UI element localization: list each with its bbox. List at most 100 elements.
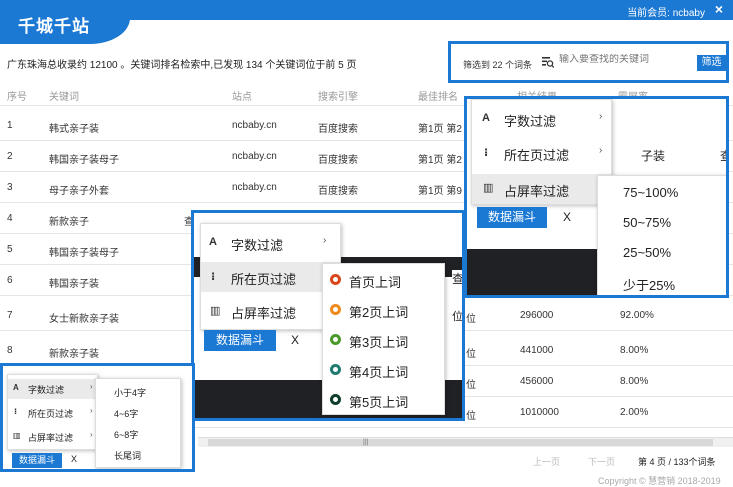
submenu-item[interactable]: 第4页上词 [349, 362, 408, 381]
summary-text: 广东珠海总收录约 12100 。关键词排名检索中,已发现 134 个关键词位于前… [7, 60, 357, 71]
funnel-close-button[interactable]: X [563, 210, 571, 224]
page-info: 第 4 页 / 133个词条 [638, 457, 716, 467]
cell-no: 4 [7, 213, 13, 224]
menu-item-screen-rate[interactable]: ▥ 占屏率过滤 › [8, 427, 97, 447]
caret-icon: › [599, 145, 603, 156]
prev-page-link[interactable]: 上一页 [533, 455, 560, 468]
submenu-item[interactable]: 小于4字 [114, 386, 146, 399]
cell-no: 7 [7, 310, 13, 321]
menu-item-page[interactable]: ⁝ 所在页过滤 › [472, 138, 611, 168]
cell-rank: 第1页 第2 [418, 155, 462, 166]
cell-engine: 百度搜索 [318, 124, 358, 135]
submenu-item[interactable]: 50~75% [623, 215, 671, 230]
cell-result: 456000 [520, 376, 554, 387]
submenu-screen-rate: 75~100% 50~75% 25~50% 少于25% [597, 175, 726, 295]
cell-no: 1 [7, 120, 13, 131]
dot-icon [330, 334, 341, 345]
grip-icon: ||| [363, 439, 369, 446]
col-header-engine: 搜索引擎 [318, 92, 358, 103]
behind-text: 子装 [641, 149, 666, 163]
funnel-close-button[interactable]: X [291, 333, 299, 347]
submenu-word-count: 小于4字 4~6字 6~8字 长尾词 [95, 378, 181, 468]
menu-item-page[interactable]: ⁝ 所在页过滤 › [201, 262, 340, 292]
cell-rate: 8.00% [620, 345, 649, 356]
cell-site: ncbaby.cn [232, 120, 277, 131]
page-icon: ⁝ [484, 147, 489, 159]
app-header: 千城千站 当前会员: ncbaby × [0, 0, 733, 44]
submenu-item[interactable]: 75~100% [623, 185, 678, 200]
cell-result: 296000 [520, 310, 554, 321]
menu-item-word-count[interactable]: A 字数过滤 › [8, 379, 97, 399]
funnel-close-button[interactable]: X [71, 454, 77, 464]
cell-rank-fragment: 位 [466, 380, 476, 391]
data-funnel-button[interactable]: 数据漏斗 [477, 207, 547, 228]
submenu-item[interactable]: 第3页上词 [349, 332, 408, 351]
cell-engine: 百度搜索 [318, 186, 358, 197]
caret-icon: › [323, 235, 327, 246]
page-icon: ⁝ [211, 271, 216, 283]
cell-result: 1010000 [520, 407, 559, 418]
cell-no: 8 [7, 345, 13, 356]
cell-rank-fragment: 位 [466, 314, 476, 325]
submenu-item[interactable]: 少于25% [623, 275, 675, 294]
data-funnel-button[interactable]: 数据漏斗 [204, 330, 276, 351]
submenu-item[interactable]: 长尾词 [114, 449, 141, 462]
cell-no: 6 [7, 275, 13, 286]
menu-item-page[interactable]: ⁝ 所在页过滤 › [8, 403, 97, 423]
keyword-list-icon [542, 57, 554, 68]
cell-keyword: 女士新款亲子装 [49, 314, 119, 325]
cell-result: 441000 [520, 345, 554, 356]
filter-menu: A 字数过滤 › ⁝ 所在页过滤 › ▥ 占屏率过滤 › [7, 374, 98, 450]
bar-chart-icon: ▥ [483, 182, 494, 194]
menu-item-word-count[interactable]: A 字数过滤 › [201, 228, 340, 258]
cell-keyword: 新款亲子装 [49, 349, 99, 360]
scrollbar-thumb[interactable]: ||| [208, 439, 713, 446]
filter-count: 筛选到 22 个词条 [463, 60, 533, 70]
next-page-link[interactable]: 下一页 [588, 455, 615, 468]
filter-menu: A 字数过滤 › ⁝ 所在页过滤 › ▥ 占屏率过滤 › [471, 99, 612, 205]
cell-rank-fragment: 位 [466, 411, 476, 422]
cell-keyword: 韩国亲子装 [49, 279, 99, 290]
cell-keyword: 韩国亲子装母子 [49, 248, 119, 259]
dot-icon [330, 394, 341, 405]
caret-icon: › [599, 111, 603, 122]
dot-icon [330, 274, 341, 285]
menu-item-screen-rate[interactable]: ▥ 占屏率过滤 › [472, 174, 611, 204]
filter-menu: A 字数过滤 › ⁝ 所在页过滤 › ▥ 占屏率过滤 › [200, 223, 341, 330]
dot-icon [330, 304, 341, 315]
submenu-item[interactable]: 第5页上词 [349, 392, 408, 411]
col-header-site: 站点 [232, 92, 252, 103]
close-button[interactable]: × [715, 1, 723, 17]
cell-no: 3 [7, 182, 13, 193]
filter-button[interactable]: 筛选 [697, 55, 726, 71]
submenu-item[interactable]: 4~6字 [114, 407, 138, 420]
filter-bar: 筛选到 22 个词条 筛选 [448, 41, 729, 83]
menu-item-screen-rate[interactable]: ▥ 占屏率过滤 › [201, 296, 340, 326]
submenu-item[interactable]: 首页上词 [349, 272, 401, 291]
submenu-page: 首页上词 第2页上词 第3页上词 第4页上词 第5页上词 [322, 263, 445, 415]
col-header-rank: 最佳排名 [418, 92, 458, 103]
panel-screen-rate: 子装 查 A 字数过滤 › ⁝ 所在页过滤 › ▥ 占屏率过滤 › 数据漏斗 X… [464, 96, 729, 298]
dark-band [467, 249, 607, 295]
submenu-item[interactable]: 第2页上词 [349, 302, 408, 321]
col-header-no: 序号 [7, 92, 27, 103]
cell-rank: 第1页 第2 [418, 124, 462, 135]
cell-keyword: 母子亲子外套 [49, 186, 109, 197]
submenu-item[interactable]: 6~8字 [114, 428, 138, 441]
data-funnel-button[interactable]: 数据漏斗 [12, 453, 62, 468]
cell-keyword: 新款亲子 [49, 217, 89, 228]
cell-site: ncbaby.cn [232, 151, 277, 162]
submenu-item[interactable]: 25~50% [623, 245, 671, 260]
font-size-icon: A [209, 236, 217, 248]
menu-item-word-count[interactable]: A 字数过滤 › [472, 104, 611, 134]
font-size-icon: A [13, 383, 19, 392]
copyright: Copyright © 慧营销 2018-2019 [598, 476, 721, 486]
panel-page-filter: 查 位 A 字数过滤 › ⁝ 所在页过滤 › ▥ 占屏率过滤 › 数据漏斗 X … [191, 210, 465, 421]
page-icon: ⁝ [14, 407, 18, 416]
cell-rate: 8.00% [620, 376, 649, 387]
app-logo: 千城千站 [18, 17, 90, 36]
horizontal-scrollbar[interactable]: ||| [198, 437, 733, 447]
keyword-search-input[interactable] [559, 54, 694, 65]
behind-fragment: 查 [452, 270, 465, 287]
cell-keyword: 韩国亲子装母子 [49, 155, 119, 166]
